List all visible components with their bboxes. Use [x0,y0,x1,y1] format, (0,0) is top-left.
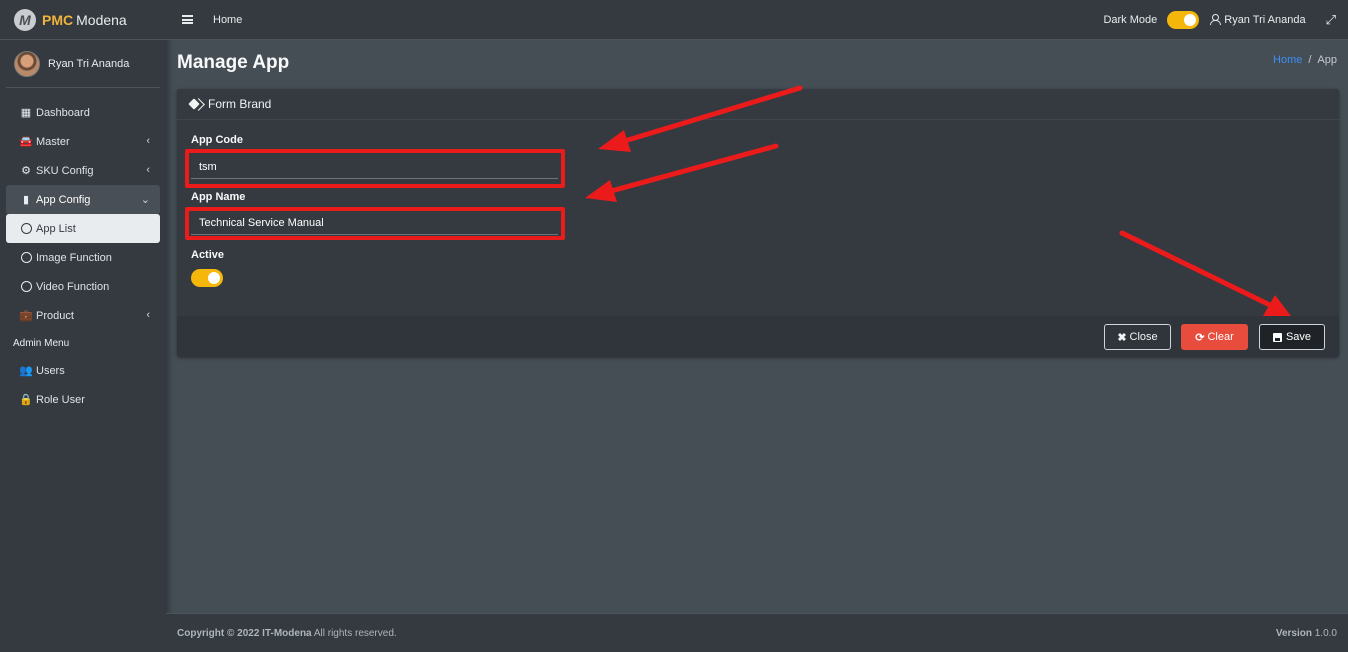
sidebar-item-label: SKU Config [36,164,94,177]
sidebar-item-video-function[interactable]: Video Function [6,272,160,301]
top-navbar: Home Dark Mode Ryan Tri Ananda ⤢ [166,0,1348,40]
lock-icon: 🔒 [19,394,33,406]
sidebar-item-label: Role User [36,393,85,406]
form-brand-card: Form Brand App Code App Name Active ✖Clo… [177,89,1339,357]
sidebar-item-label: Master [36,135,70,148]
sidebar-item-users[interactable]: 👥 Users [6,356,160,385]
sidebar-item-role-user[interactable]: 🔒 Role User [6,385,160,414]
active-toggle-switch[interactable] [191,269,223,287]
dark-mode-label: Dark Mode [1103,13,1158,26]
sidebar-nav: ▦ Dashboard 🚘 Master ‹ ⚙ SKU Config ‹ ▮ … [0,98,166,414]
save-icon [1272,332,1282,342]
footer-version-value: 1.0.0 [1314,627,1337,639]
close-button[interactable]: ✖ Close [1104,324,1171,350]
brand-link[interactable]: M PMC Modena [0,0,166,40]
avatar [14,50,40,77]
user-icon [1210,14,1222,25]
chevron-left-icon: ‹ [146,164,150,176]
footer-rights: All rights reserved. [313,627,397,639]
sidebar-item-label: Users [36,364,65,377]
breadcrumb-home-link[interactable]: Home [1273,54,1302,66]
sidebar-item-label: Dashboard [36,106,90,119]
chevron-left-icon: ‹ [146,309,150,321]
breadcrumb-separator: / [1308,54,1312,66]
tags-icon [190,99,204,110]
sidebar-item-label: Video Function [36,280,110,293]
brand-name: PMC Modena [42,12,127,28]
dark-mode-toggle[interactable] [1167,10,1200,29]
clear-button-label: Clear [1207,331,1234,343]
navbar-user-menu[interactable]: Ryan Tri Ananda [1210,13,1306,26]
footer-company-link[interactable]: IT-Modena [262,628,311,639]
brand-name-rest: Modena [76,11,127,28]
sidebar-item-master[interactable]: 🚘 Master ‹ [6,127,160,156]
fullscreen-expand-icon[interactable]: ⤢ [1326,12,1336,28]
sidebar-item-product[interactable]: 💼 Product ‹ [6,301,160,330]
sidebar-item-label: Image Function [36,251,112,264]
sidebar-item-app-config[interactable]: ▮ App Config ⌄ [6,185,160,214]
circle-icon [20,223,32,235]
sidebar-item-label: App List [36,222,76,235]
footer-copyright-prefix: Copyright © 2022 [177,627,260,639]
close-icon: ✖ [1117,331,1127,344]
sidebar-header-admin-menu: Admin Menu [13,338,70,349]
page-footer: Copyright © 2022 IT-Modena All rights re… [166,613,1348,652]
save-button[interactable]: Save [1259,324,1325,350]
sidebar-item-image-function[interactable]: Image Function [6,243,160,272]
sidebar-item-sku-config[interactable]: ⚙ SKU Config ‹ [6,156,160,185]
sidebar-user-panel[interactable]: Ryan Tri Ananda [6,40,160,88]
navbar-right: Dark Mode Ryan Tri Ananda ⤢ [1103,10,1348,29]
gear-icon: ⚙ [21,165,31,177]
card-title: Form Brand [208,97,272,111]
footer-copyright: Copyright © 2022 IT-Modena All rights re… [177,628,397,639]
car-icon: 🚘 [19,136,33,148]
chevron-left-icon: ‹ [146,135,150,147]
footer-version-label: Version [1275,627,1312,639]
sidebar-item-label: App Config [36,193,91,206]
navbar-user-name: Ryan Tri Ananda [1224,13,1306,26]
clear-button[interactable]: ⟳ Clear [1181,324,1248,350]
active-label: Active [191,249,225,261]
navbar-home-link[interactable]: Home [213,14,242,26]
footer-version: Version 1.0.0 [1276,628,1337,639]
annotation-highlight-box [185,149,565,188]
card-body: App Code App Name Active [177,120,1339,316]
grid-icon: ▦ [20,107,32,119]
sidebar-item-dashboard[interactable]: ▦ Dashboard [6,98,160,127]
breadcrumb: Home / App [1273,54,1337,66]
brand-logo-icon: M [14,8,36,31]
briefcase-icon: 💼 [19,310,33,322]
sidebar-item-label: Product [36,309,74,322]
users-icon: 👥 [19,365,33,377]
hamburger-menu-icon[interactable] [182,15,193,24]
sidebar-item-app-list[interactable]: App List [6,214,160,243]
chevron-down-icon: ⌄ [140,194,150,206]
save-button-label: Save [1285,331,1312,343]
page-title: Manage App [177,52,290,73]
card-header: Form Brand [177,89,1339,120]
main-content: Manage App Home / App Form Brand App Code … [166,41,1348,613]
sidebar: M PMC Modena Ryan Tri Ananda ▦ Dashboard … [0,0,166,652]
breadcrumb-current: App [1317,54,1337,66]
refresh-icon: ⟳ [1195,331,1205,344]
app-name-label: App Name [191,191,246,203]
circle-icon [20,281,32,293]
brand-name-bold: PMC [42,11,74,28]
annotation-highlight-box [185,207,565,240]
sidebar-user-name[interactable]: Ryan Tri Ananda [48,58,129,70]
app-code-label: App Code [191,134,243,146]
close-button-label: Close [1129,331,1158,343]
circle-icon [20,252,32,264]
mobile-icon: ▮ [22,194,30,206]
card-footer: ✖ Close ⟳ Clear Save [177,316,1339,357]
